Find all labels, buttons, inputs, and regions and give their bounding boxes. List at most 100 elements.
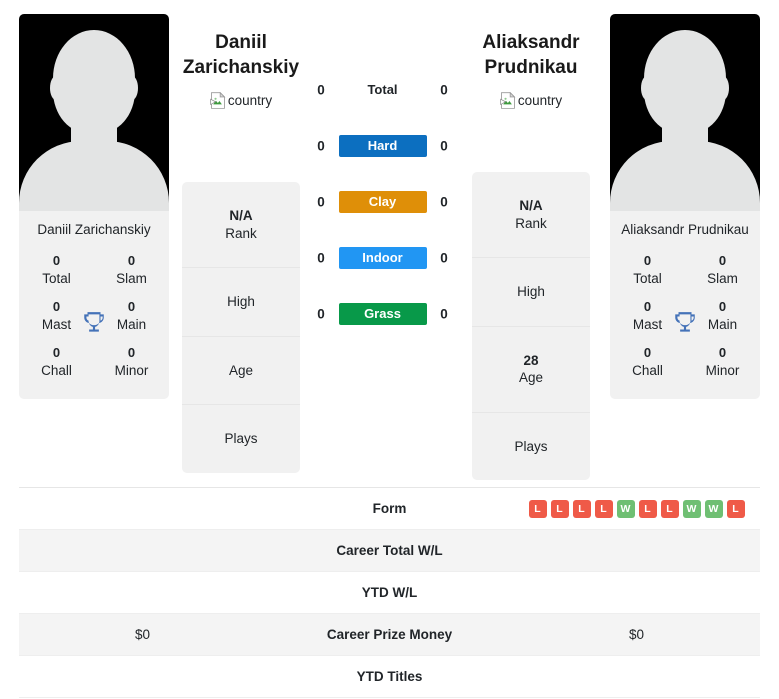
info-label: Plays (514, 438, 548, 454)
surface-score-left: 0 (317, 82, 325, 98)
form-badge-loss[interactable]: L (572, 499, 591, 518)
form-badge-win[interactable]: W (704, 499, 723, 518)
surface-badge-grass[interactable]: Grass (338, 303, 427, 325)
surface-badge-hard[interactable]: Hard (338, 135, 427, 157)
title-stat-total-left: 0 Total (19, 247, 94, 293)
stats-value-right: $0 (628, 627, 645, 642)
title-value: 0 (643, 344, 652, 360)
stats-row-career-total-wl: Career Total W/L (19, 530, 760, 572)
title-label: Total (633, 270, 662, 286)
trophy-icon (675, 312, 695, 332)
avatar-ear-right-shape (126, 76, 138, 100)
player-card-left[interactable]: Daniil Zarichanskiy 0 Total 0 Slam 0 Mas… (19, 14, 169, 399)
title-value: 0 (127, 344, 136, 360)
player-name-block-right: Aliaksandr Prudnikau country (451, 30, 611, 109)
title-value: 0 (718, 253, 727, 269)
title-stat-chall-left: 0 Chall (19, 339, 94, 385)
info-age-right: 28 Age (472, 327, 590, 413)
player-name-line1: Daniil (215, 32, 267, 53)
info-label: High (517, 284, 545, 300)
title-stat-chall-right: 0 Chall (610, 339, 685, 385)
form-badge-loss[interactable]: L (594, 499, 613, 518)
comparison-stats-table: Form LLLLWLLWWL Career Total W/L YTD W/L… (19, 487, 760, 698)
surface-badge-indoor[interactable]: Indoor (338, 247, 427, 269)
country-alt-text-left: country (227, 92, 273, 108)
player-info-card-left: N/A Rank High Age Plays (182, 182, 300, 473)
stats-label-form: Form (372, 501, 407, 516)
surface-score-right: 0 (440, 82, 448, 98)
surface-score-left: 0 (317, 250, 325, 266)
avatar-body-shape (19, 141, 169, 211)
player-card-right[interactable]: Aliaksandr Prudnikau 0 Total 0 Slam 0 Ma… (610, 14, 760, 399)
title-stat-minor-left: 0 Minor (94, 339, 169, 385)
country-flag-right: country (451, 91, 611, 109)
info-rank-left: N/A Rank (182, 182, 300, 269)
title-stat-slam-left: 0 Slam (94, 247, 169, 293)
player-avatar-right (610, 14, 760, 211)
stats-label-career-total-wl: Career Total W/L (336, 543, 443, 558)
player-info-card-right: N/A Rank High 28 Age Plays (472, 172, 590, 481)
title-label: Chall (41, 362, 72, 378)
stats-value-left: $0 (134, 627, 151, 642)
info-plays-right: Plays (472, 413, 590, 481)
surface-label-total: Total (367, 82, 398, 97)
form-badge-loss[interactable]: L (726, 499, 745, 518)
info-value: 28 (523, 352, 539, 368)
player-name-left: Daniil Zarichanskiy (161, 30, 321, 81)
form-badge-loss[interactable]: L (660, 499, 679, 518)
titles-grid-left: 0 Total 0 Slam 0 Mast 0 Main 0 Chall 0 M… (19, 247, 169, 399)
surface-score-right: 0 (440, 138, 448, 154)
title-value: 0 (52, 253, 61, 269)
info-age-left: Age (182, 337, 300, 406)
form-badge-loss[interactable]: L (638, 499, 657, 518)
info-label: Age (228, 362, 254, 378)
title-stat-minor-right: 0 Minor (685, 339, 760, 385)
stats-value-right: LLLLWLLWWL (513, 499, 760, 518)
surface-score-left: 0 (317, 194, 325, 210)
surface-row-grass: 0 Grass 0 (305, 286, 460, 342)
avatar-ear-right-shape (717, 76, 729, 100)
title-value: 0 (52, 344, 61, 360)
info-plays-left: Plays (182, 405, 300, 473)
form-badge-loss[interactable]: L (550, 499, 569, 518)
stats-label-ytd-wl: YTD W/L (361, 585, 418, 600)
info-high-right: High (472, 258, 590, 327)
surface-row-total: 0 Total 0 (305, 62, 460, 118)
surface-breakdown: 0 Total 0 0 Hard 0 0 Clay 0 0 Indoor 0 0 (305, 62, 460, 342)
info-high-left: High (182, 268, 300, 337)
info-rank-right: N/A Rank (472, 172, 590, 259)
title-value: 0 (718, 344, 727, 360)
title-value: 0 (643, 253, 652, 269)
broken-image-icon (500, 91, 516, 109)
title-label: Slam (116, 270, 147, 286)
title-label: Minor (114, 362, 149, 378)
surface-badge-clay[interactable]: Clay (338, 191, 427, 213)
form-badge-loss[interactable]: L (528, 499, 547, 518)
avatar-ear-left-shape (50, 76, 62, 100)
form-badge-win[interactable]: W (616, 499, 635, 518)
trophy-icon (84, 312, 104, 332)
player-card-name-right: Aliaksandr Prudnikau (621, 222, 749, 237)
country-flag-left: country (161, 91, 321, 109)
head-to-head-page: Daniil Zarichanskiy 0 Total 0 Slam 0 Mas… (0, 0, 779, 699)
surface-score-right: 0 (440, 194, 448, 210)
country-alt-text-right: country (517, 92, 563, 108)
info-label: Rank (225, 225, 257, 241)
surface-score-left: 0 (317, 306, 325, 322)
player-name-block-left: Daniil Zarichanskiy country (161, 30, 321, 109)
player-card-name-left: Daniil Zarichanskiy (37, 222, 151, 237)
stats-row-form: Form LLLLWLLWWL (19, 488, 760, 530)
stats-label-ytd-titles: YTD Titles (356, 669, 423, 684)
title-label: Slam (707, 270, 738, 286)
surface-row-hard: 0 Hard 0 (305, 118, 460, 174)
info-label: Rank (515, 215, 547, 231)
broken-image-icon (210, 91, 226, 109)
avatar-ear-left-shape (641, 76, 653, 100)
stats-row-ytd-titles: YTD Titles (19, 656, 760, 698)
surface-row-indoor: 0 Indoor 0 (305, 230, 460, 286)
player-name-line2: Prudnikau (484, 57, 578, 79)
form-badge-win[interactable]: W (682, 499, 701, 518)
title-label: Minor (705, 362, 740, 378)
surface-score-left: 0 (317, 138, 325, 154)
info-value: N/A (229, 208, 253, 223)
